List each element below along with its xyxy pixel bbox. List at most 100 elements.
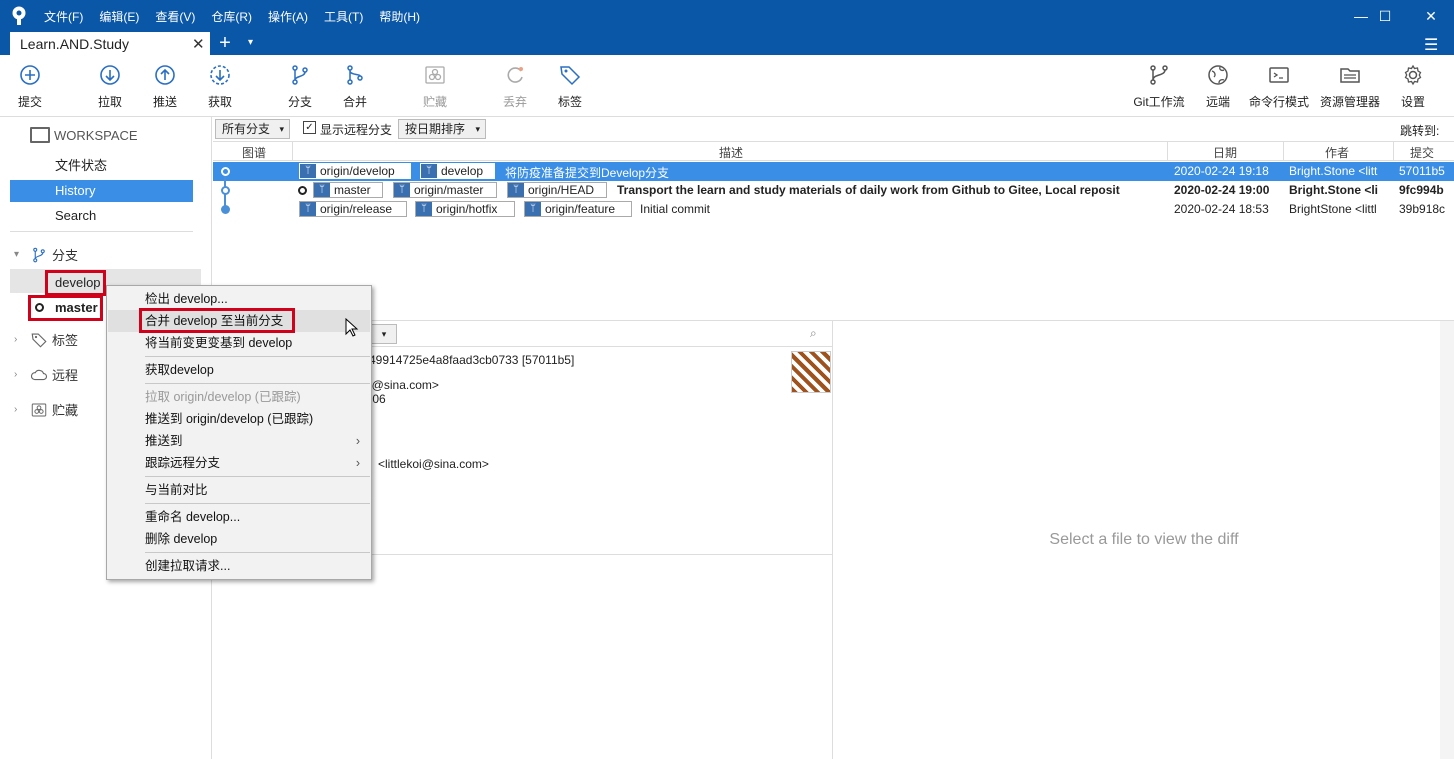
menu-bar: 文件(F) 编辑(E) 查看(V) 仓库(R) 操作(A) 工具(T) 帮助(H…	[36, 0, 428, 32]
workspace-label: WORKSPACE	[54, 127, 138, 143]
column-commit[interactable]: 提交	[1410, 144, 1434, 161]
branch-icon	[33, 247, 45, 262]
menu-separator	[145, 552, 370, 553]
pull-button[interactable]: 拉取	[82, 63, 138, 110]
chevron-right-icon: ›	[355, 456, 360, 470]
discard-icon	[507, 67, 523, 83]
hamburger-menu-icon[interactable]: ☰	[1424, 35, 1438, 55]
push-button[interactable]: 推送	[137, 63, 193, 110]
pull-label: 拉取	[97, 95, 122, 109]
branch-icon: ᛘ	[416, 202, 432, 216]
stashes-section[interactable]: › 贮藏	[14, 400, 78, 419]
maximize-button[interactable]: ☐	[1362, 0, 1408, 32]
new-tab-button[interactable]: +	[215, 32, 235, 55]
branch-filter-value: 所有分支	[222, 122, 271, 136]
settings-button[interactable]: 设置	[1385, 63, 1441, 110]
commit-row[interactable]: ᛘ master ᛘ origin/master ᛘ origin/HEAD Tran…	[213, 181, 1454, 200]
close-window-button[interactable]: ✕	[1408, 0, 1454, 32]
menu-help[interactable]: 帮助(H)	[371, 8, 428, 25]
remotes-section[interactable]: › 远程	[14, 365, 78, 384]
commit-message: Transport the learn and study materials …	[617, 183, 1120, 197]
commit-hash: 57011b5	[1399, 164, 1445, 178]
diff-scrollbar[interactable]	[1440, 321, 1454, 759]
jump-to-label[interactable]: 跳转到:	[1400, 122, 1439, 139]
stash-label: 贮藏	[422, 95, 447, 109]
tag-button[interactable]: 标签	[542, 63, 598, 110]
git-flow-button[interactable]: Git工作流	[1131, 63, 1187, 110]
menu-item-push-to[interactable]: 推送到 ›	[108, 430, 370, 452]
menu-item-rename[interactable]: 重命名 develop...	[108, 506, 370, 528]
branch-filter-dropdown[interactable]: 所有分支 ▾	[215, 119, 290, 139]
ref-tag-label: origin/master	[414, 183, 484, 197]
column-graph[interactable]: 图谱	[242, 144, 266, 161]
stash-button[interactable]: 贮藏	[407, 63, 463, 110]
menu-file[interactable]: 文件(F)	[36, 8, 91, 25]
menu-repository[interactable]: 仓库(R)	[203, 8, 260, 25]
menu-item-track-remote[interactable]: 跟踪远程分支 ›	[108, 452, 370, 474]
column-divider	[292, 142, 293, 161]
column-author[interactable]: 作者	[1325, 144, 1349, 161]
branch-icon: ᛘ	[314, 183, 330, 197]
remote-button[interactable]: 远端	[1190, 63, 1246, 110]
sidebar-item-search[interactable]: Search	[10, 205, 193, 227]
sidebar-divider	[10, 231, 193, 232]
column-date[interactable]: 日期	[1213, 144, 1237, 161]
ref-tag-origin-develop: ᛘ origin/develop	[299, 163, 411, 179]
sidebar-item-history[interactable]: History	[10, 180, 193, 202]
chevron-right-icon: ›	[355, 434, 360, 448]
sidebar-item-file-status[interactable]: 文件状态	[10, 155, 193, 177]
branches-section[interactable]: ▾ 分支	[14, 245, 78, 264]
ref-tag-master: ᛘ master	[313, 182, 383, 198]
arrow-down-circle-icon	[100, 65, 120, 85]
chevron-down-icon: ▾	[279, 124, 284, 134]
fetch-button[interactable]: 获取	[192, 63, 248, 110]
develop-highlight-box	[45, 270, 106, 296]
explorer-label: 资源管理器	[1320, 95, 1381, 109]
commit-label: 提交	[17, 95, 42, 109]
column-divider	[1393, 142, 1394, 161]
menu-edit[interactable]: 编辑(E)	[91, 8, 147, 25]
search-icon[interactable]: ⌕	[810, 326, 817, 341]
tags-section[interactable]: › 标签	[14, 330, 78, 349]
chevron-right-icon: ›	[14, 369, 18, 380]
menu-item-checkout[interactable]: 检出 develop...	[108, 288, 370, 310]
close-tab-icon[interactable]: ✕	[192, 35, 210, 53]
commit-row[interactable]: ᛘ origin/develop ᛘ develop 将防疫准备提交到Develop…	[213, 162, 1454, 181]
menu-item-fetch[interactable]: 获取develop	[108, 359, 370, 381]
menu-actions[interactable]: 操作(A)	[260, 8, 316, 25]
commit-row[interactable]: ᛘ origin/release ᛘ origin/hotfix ᛘ origin/f…	[213, 200, 1454, 219]
commit-list-header: 图谱 描述 日期 作者 提交	[213, 141, 1454, 161]
sourcetree-logo-icon	[12, 6, 26, 25]
git-flow-label: Git工作流	[1133, 95, 1185, 109]
branch-button[interactable]: 分支	[272, 63, 328, 110]
commit-author: Bright.Stone <litt	[1289, 164, 1378, 178]
explorer-button[interactable]: 资源管理器	[1320, 63, 1381, 110]
menu-item-track-remote-label: 跟踪远程分支	[145, 456, 221, 470]
chevron-down-icon[interactable]: ▾	[371, 324, 397, 344]
menu-item-push-tracked[interactable]: 推送到 origin/develop (已跟踪)	[108, 408, 370, 430]
menu-item-delete[interactable]: 删除 develop	[108, 528, 370, 550]
terminal-label: 命令行模式	[1249, 95, 1310, 109]
menu-tools[interactable]: 工具(T)	[316, 8, 371, 25]
terminal-button[interactable]: 命令行模式	[1249, 63, 1310, 110]
diff-pane: Select a file to view the diff	[834, 321, 1454, 759]
show-remote-checkbox[interactable]: ✓	[303, 121, 316, 134]
stash-icon	[31, 403, 47, 416]
menu-item-diff-current[interactable]: 与当前对比	[108, 479, 370, 501]
discard-button[interactable]: 丢弃	[487, 63, 543, 110]
menu-view[interactable]: 查看(V)	[147, 8, 203, 25]
tag-label: 标签	[557, 95, 582, 109]
ref-tag-origin-head: ᛘ origin/HEAD	[507, 182, 607, 198]
menu-item-pull-request[interactable]: 创建拉取请求...	[108, 555, 370, 577]
menu-separator	[145, 383, 370, 384]
tab-list-chevron-icon[interactable]: ▾	[248, 37, 253, 48]
sort-dropdown[interactable]: 按日期排序 ▾	[398, 119, 486, 139]
commit-button[interactable]: 提交	[2, 63, 58, 110]
menu-item-rebase[interactable]: 将当前变更变基到 develop	[108, 332, 370, 354]
monitor-icon	[30, 127, 50, 143]
column-description[interactable]: 描述	[719, 144, 743, 161]
branch-context-menu: 检出 develop... 合并 develop 至当前分支 将当前变更变基到 …	[106, 285, 372, 580]
repo-tab[interactable]: Learn.AND.Study ✕	[10, 32, 210, 55]
menu-item-pull[interactable]: 拉取 origin/develop (已跟踪)	[108, 386, 370, 408]
merge-button[interactable]: 合并	[327, 63, 383, 110]
